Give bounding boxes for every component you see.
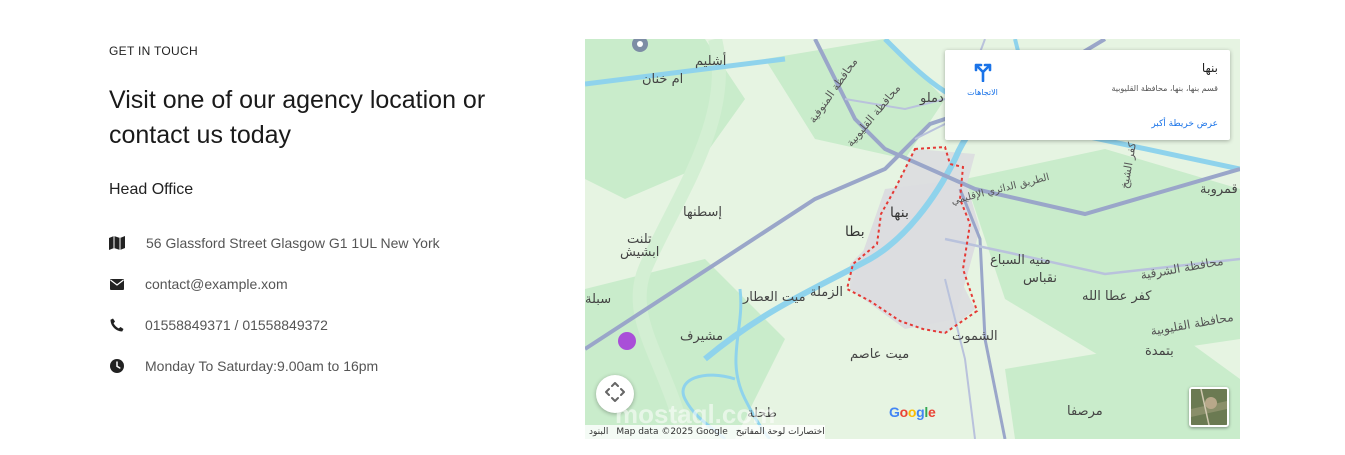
envelope-icon [109,276,125,292]
directions-icon [972,63,994,86]
map-label: ميت عاصم [850,347,910,362]
map-label: سبلة [585,292,612,307]
map-label: ام خنان [642,72,684,87]
clock-icon [109,358,125,374]
map-label: مشيرف [680,329,724,344]
section-heading: Visit one of our agency location or cont… [109,86,486,149]
map-label: ابشيش [620,245,660,260]
office-title: Head Office [109,181,194,198]
google-logo: Google [889,404,936,420]
address-row: 56 Glassford Street Glasgow G1 1UL New Y… [109,233,440,253]
terms-link[interactable]: البنود [585,427,612,437]
map-label: بطا [845,224,865,240]
address-text: 56 Glassford Street Glasgow G1 1UL New Y… [146,235,440,251]
directions-button[interactable]: الاتجاهات [960,60,1005,97]
larger-map-link[interactable]: عرض خريطة أكبر [1151,119,1218,129]
embedded-map[interactable]: أشليم ام خنان محافظة المنوفية محافظة الق… [585,39,1240,439]
eyebrow-label: GET IN TOUCH [109,44,198,58]
map-label: قمروبة [1200,182,1238,197]
phone-row: 01558849371 / 01558849372 [109,315,328,335]
keyboard-shortcuts-link[interactable]: اختصارات لوحة المفاتيح [732,427,829,437]
map-label: دملو [920,91,944,106]
place-info-card: بنها قسم بنها، بنها، محافظة القليوبية عر… [945,50,1230,140]
map-attribution: البنود Map data ©2025 Google اختصارات لو… [585,425,825,439]
phone-text[interactable]: 01558849371 / 01558849372 [145,317,328,333]
map-label: الزملة [810,285,843,300]
email-text[interactable]: contact@example.xom [145,276,288,292]
map-label: مرصفا [1067,404,1103,419]
satellite-toggle[interactable] [1189,387,1229,427]
hours-text: Monday To Saturday:9.00am to 16pm [145,358,379,374]
map-data-text: Map data ©2025 Google [616,427,728,437]
directions-label: الاتجاهات [967,88,998,97]
map-label: إسطنها [683,205,723,220]
map-label: بنها [890,205,909,221]
email-row: contact@example.xom [109,274,288,294]
map-label: نقباس [1023,271,1057,286]
map-label: كفر عطا الله [1082,289,1152,304]
place-title: بنها [1201,61,1218,75]
satellite-thumbnail-icon [1191,389,1227,425]
map-icon [109,235,125,251]
place-address: قسم بنها، بنها، محافظة القليوبية [1111,84,1218,93]
map-label: أشليم [695,54,727,69]
hours-row: Monday To Saturday:9.00am to 16pm [109,356,378,376]
map-label: الشموت [952,329,998,344]
map-label: ميت العطار [743,290,806,305]
phone-icon [109,317,125,333]
map-label: منيه السباع [990,253,1051,268]
map-label: بتمدة [1145,344,1174,359]
